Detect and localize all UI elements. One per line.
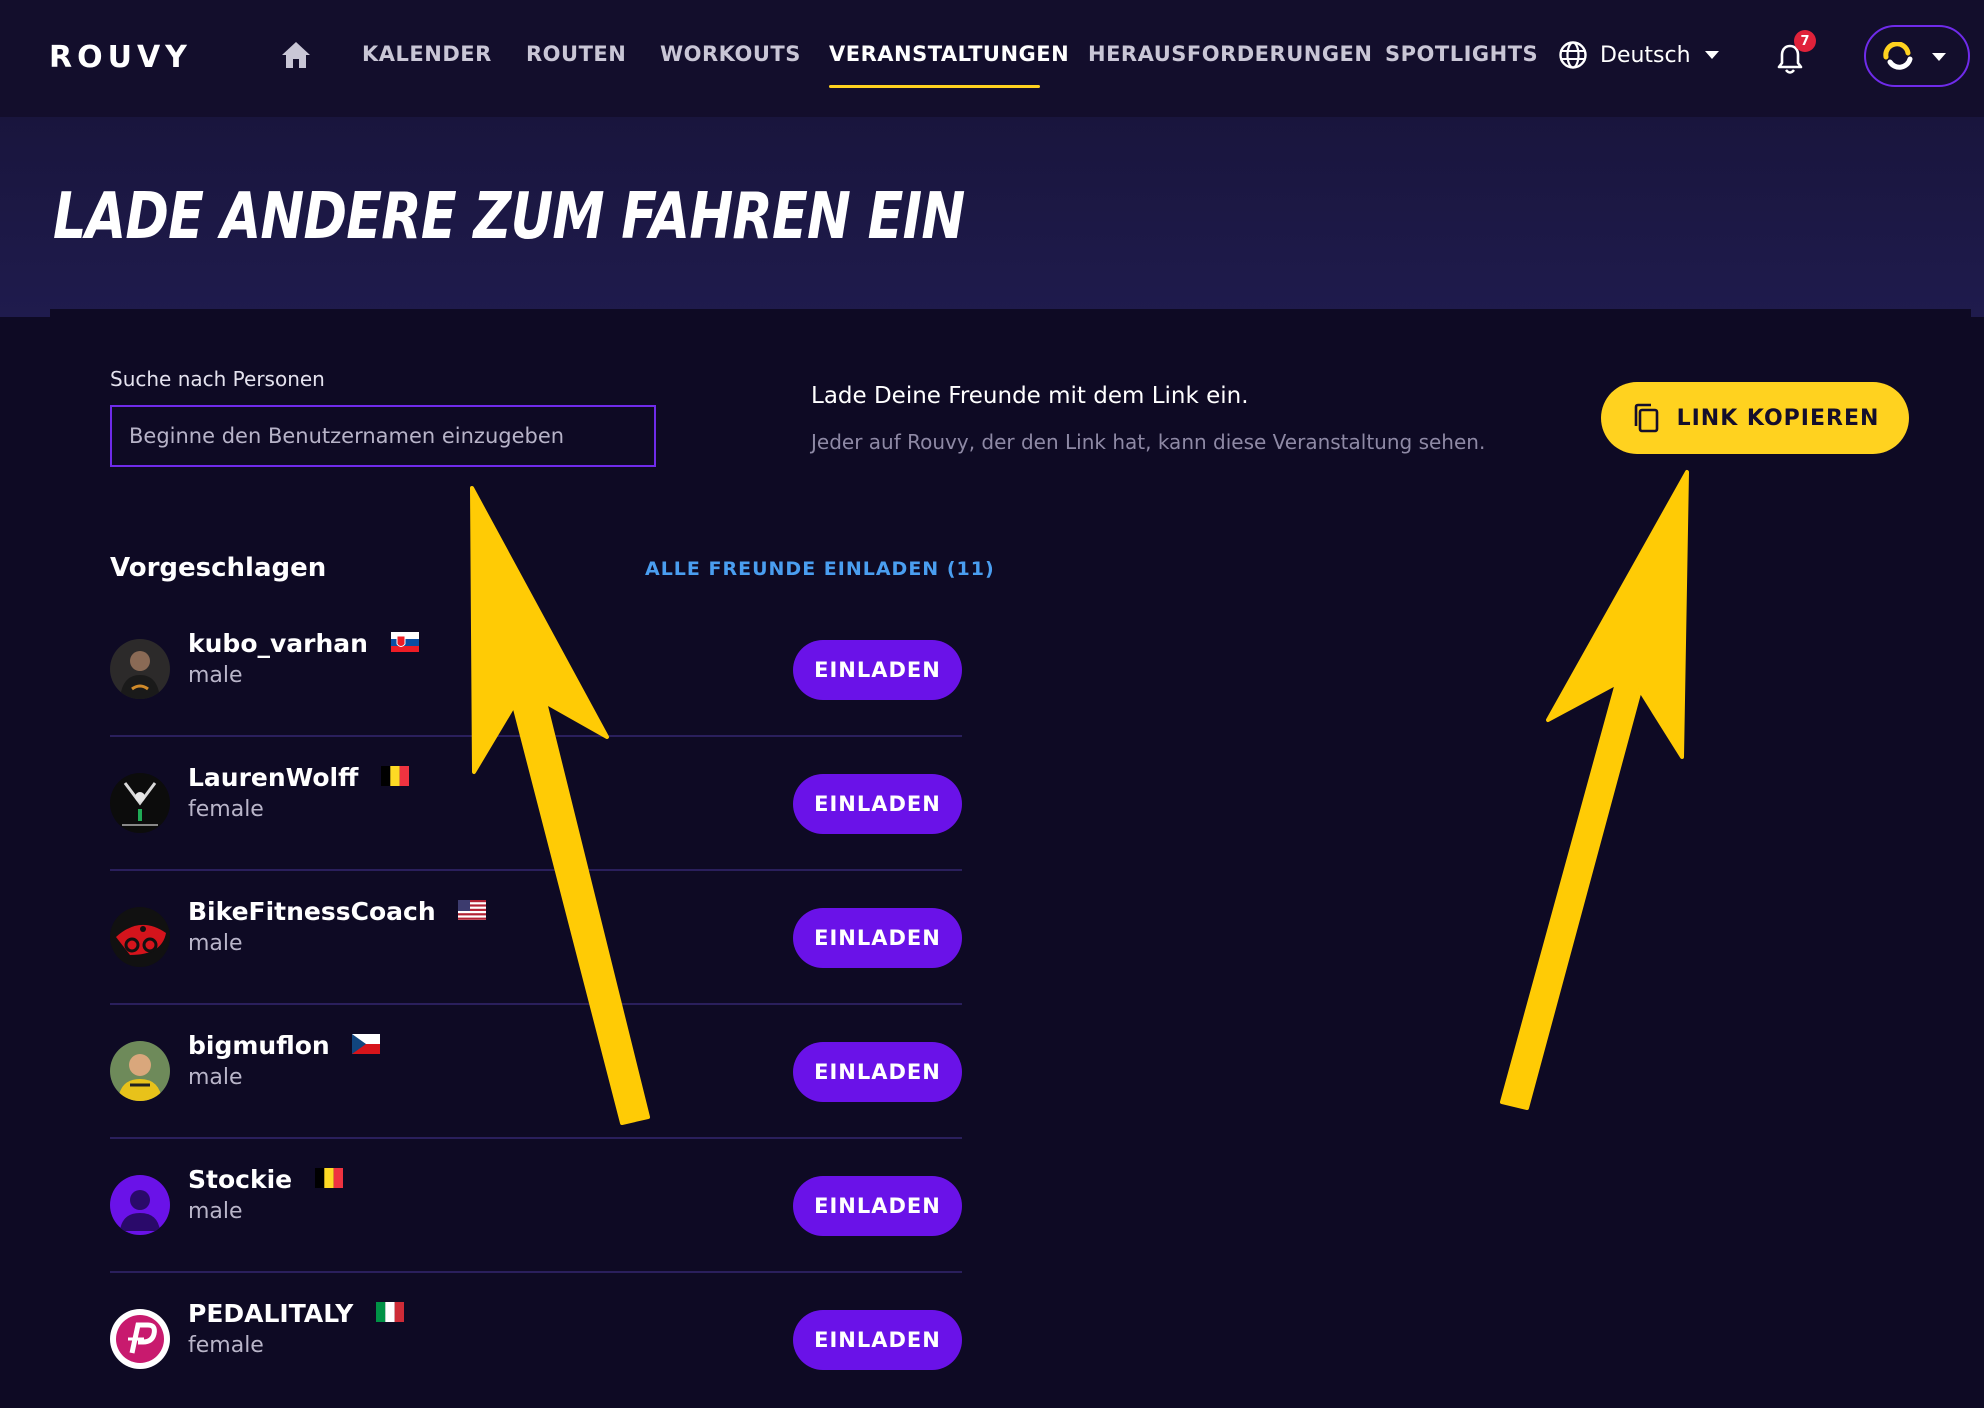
invite-button[interactable]: EINLADEN: [793, 640, 962, 700]
user-gender: female: [188, 1333, 264, 1358]
suggested-user-row: BikeFitnessCoach male EINLADEN: [110, 871, 962, 1005]
czechia-flag-icon: [352, 1034, 381, 1054]
copy-link-button[interactable]: LINK KOPIEREN: [1601, 382, 1909, 454]
avatar: [110, 639, 170, 699]
avatar: [110, 1309, 170, 1369]
link-invite-subtitle: Jeder auf Rouvy, der den Link hat, kann …: [811, 430, 1486, 454]
nav-item-spotlights[interactable]: SPOTLIGHTS: [1385, 42, 1538, 66]
chevron-down-icon: [1932, 53, 1946, 61]
user-gender: female: [188, 797, 264, 822]
search-label: Suche nach Personen: [110, 367, 325, 391]
suggested-user-row: bigmuflon male EINLADEN: [110, 1005, 962, 1139]
invite-button[interactable]: EINLADEN: [793, 1176, 962, 1236]
language-label: Deutsch: [1600, 42, 1691, 68]
nav-item-kalender[interactable]: KALENDER: [362, 42, 492, 66]
user-gender: male: [188, 1065, 243, 1090]
nav-item-herausforderungen[interactable]: HERAUSFORDERUNGEN: [1088, 42, 1372, 66]
suggested-user-row: Stockie male EINLADEN: [110, 1139, 962, 1273]
username: BikeFitnessCoach: [188, 897, 487, 926]
suggested-heading: Vorgeschlagen: [110, 553, 327, 583]
avatar: [110, 1041, 170, 1101]
italy-flag-icon: [376, 1302, 405, 1322]
suggested-user-row: LaurenWolff female EINLADEN: [110, 737, 962, 871]
home-icon[interactable]: [280, 40, 312, 70]
username: kubo_varhan: [188, 629, 419, 658]
user-gender: male: [188, 1199, 243, 1224]
invite-button[interactable]: EINLADEN: [793, 774, 962, 834]
invite-button[interactable]: EINLADEN: [793, 1310, 962, 1370]
suggested-user-row: kubo_varhan male EINLADEN: [110, 603, 962, 737]
user-gender: male: [188, 931, 243, 956]
copy-icon: [1634, 403, 1658, 433]
chevron-down-icon: [1704, 51, 1719, 59]
globe-icon: [1559, 41, 1587, 69]
belgium-flag-icon: [314, 1168, 343, 1188]
user-gender: male: [188, 663, 243, 688]
username: Stockie: [188, 1165, 343, 1194]
username: PEDALITALY: [188, 1299, 405, 1328]
invite-button[interactable]: EINLADEN: [793, 908, 962, 968]
slovakia-flag-icon: [390, 632, 419, 652]
nav-item-veranstaltungen[interactable]: VERANSTALTUNGEN: [829, 42, 1069, 66]
usa-flag-icon: [458, 900, 487, 920]
invite-button[interactable]: EINLADEN: [793, 1042, 962, 1102]
avatar: [110, 1175, 170, 1235]
avatar: [110, 907, 170, 967]
nav-item-routen[interactable]: ROUTEN: [526, 42, 626, 66]
username: LaurenWolff: [188, 763, 410, 792]
rouvy-logo[interactable]: ROUVY: [49, 40, 192, 75]
username: bigmuflon: [188, 1031, 381, 1060]
people-search-input[interactable]: [110, 405, 656, 467]
page-title: LADE ANDERE ZUM FAHREN EIN: [53, 180, 965, 254]
copy-link-label: LINK KOPIEREN: [1676, 405, 1880, 431]
link-invite-title: Lade Deine Freunde mit dem Link ein.: [811, 383, 1249, 409]
rouvy-mark-icon: [1883, 42, 1913, 70]
invite-all-friends-link[interactable]: ALLE FREUNDE EINLADEN (11): [645, 558, 995, 580]
notification-badge: 7: [1794, 30, 1816, 52]
profile-menu-button[interactable]: [1864, 25, 1970, 87]
avatar: [110, 773, 170, 833]
language-selector[interactable]: Deutsch: [1558, 40, 1719, 70]
top-navigation-bar: ROUVY KALENDER ROUTEN WORKOUTS VERANSTAL…: [0, 0, 1984, 117]
suggested-user-row: PEDALITALY female EINLADEN: [110, 1273, 962, 1407]
active-tab-indicator: [829, 85, 1040, 88]
nav-item-workouts[interactable]: WORKOUTS: [660, 42, 801, 66]
belgium-flag-icon: [381, 766, 410, 786]
